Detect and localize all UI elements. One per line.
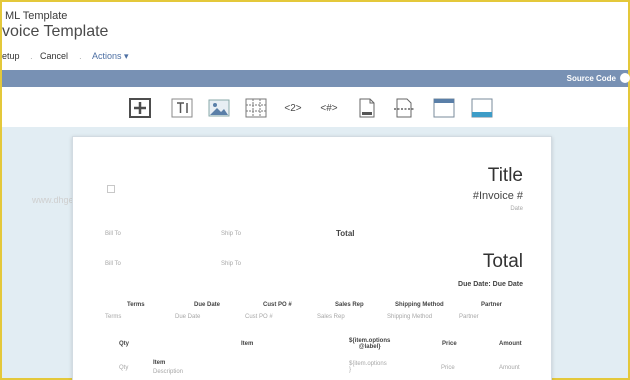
invoice-title[interactable]: Title (488, 165, 523, 187)
invoice-canvas[interactable]: Title #Invoice # Date Bill To Ship To To… (72, 136, 552, 380)
code-tag-icon[interactable]: <#> (317, 97, 341, 119)
invoice-date[interactable]: Date (510, 206, 523, 212)
field-tag-glyph: <2> (284, 102, 302, 114)
item-options-cell-line2: } (349, 367, 352, 373)
source-code-label[interactable]: Source Code (567, 74, 616, 83)
setup-button[interactable]: etup (2, 51, 20, 61)
terms-header: Terms (127, 302, 145, 308)
price-cell[interactable]: Price (441, 365, 455, 371)
add-icon[interactable] (128, 97, 152, 119)
total-heading-small[interactable]: Total (336, 229, 355, 238)
invoice-number[interactable]: #Invoice # (473, 190, 523, 202)
cust-po-header: Cust PO # (263, 302, 292, 308)
qty-cell[interactable]: Qty (119, 365, 128, 371)
code-tag-glyph: <#> (320, 102, 338, 114)
footer-band-icon[interactable] (470, 97, 494, 119)
ship-to-field[interactable]: Ship To (221, 261, 241, 267)
due-date-value[interactable]: Due Date (175, 314, 200, 320)
partner-header: Partner (481, 302, 503, 308)
amount-cell[interactable]: Amount (499, 365, 520, 371)
page-break-icon[interactable] (392, 97, 416, 119)
editor-mode-bar: Source Code (2, 70, 630, 87)
qty-header: Qty (119, 341, 130, 347)
toolbar-separator: · (30, 54, 33, 63)
amount-header: Amount (499, 341, 522, 347)
toolbar-separator: · (79, 54, 82, 63)
sales-rep-value[interactable]: Sales Rep (317, 314, 345, 320)
shipping-method-value[interactable]: Shipping Method (387, 314, 432, 320)
table-grid-icon[interactable] (244, 97, 268, 119)
cancel-button[interactable]: Cancel (40, 51, 68, 61)
source-code-toggle[interactable] (620, 73, 630, 83)
item-description-cell[interactable]: Description (153, 369, 183, 375)
due-date-header: Due Date (194, 302, 221, 308)
price-header: Price (442, 341, 457, 347)
logo-placeholder-icon[interactable] (107, 185, 115, 193)
item-options-cell-line1: ${item.options (349, 361, 387, 367)
partner-value[interactable]: Partner (459, 314, 479, 320)
shipping-method-header: Shipping Method (395, 302, 444, 308)
item-options-cell[interactable]: ${item.options } (349, 361, 387, 373)
cust-po-value[interactable]: Cust PO # (245, 314, 273, 320)
bill-to-label[interactable]: Bill To (105, 231, 121, 237)
item-header: Item (241, 341, 254, 347)
header-band-icon[interactable] (432, 97, 456, 119)
page-footer-icon[interactable] (355, 97, 379, 119)
page-title: voice Template (2, 23, 109, 40)
field-tag-icon[interactable]: <2> (281, 97, 305, 119)
sales-rep-header: Sales Rep (335, 302, 364, 308)
item-cell[interactable]: Item (153, 360, 165, 366)
item-options-header-line2: @label} (358, 344, 381, 350)
app-header: ML Template voice Template etup · Cancel… (2, 2, 628, 70)
terms-value[interactable]: Terms (105, 314, 121, 320)
total-heading-large[interactable]: Total (483, 251, 523, 273)
bill-to-field[interactable]: Bill To (105, 261, 121, 267)
actions-menu-button[interactable]: Actions ▾ (92, 51, 129, 62)
template-type-label: ML Template (5, 10, 68, 22)
image-icon[interactable] (207, 97, 231, 119)
text-field-icon[interactable] (170, 97, 194, 119)
due-date-line[interactable]: Due Date: Due Date (458, 281, 523, 288)
item-options-header: ${item.options @label} (349, 338, 390, 350)
ship-to-label[interactable]: Ship To (221, 231, 241, 237)
insert-element-toolbar: <2> <#> (2, 87, 628, 127)
